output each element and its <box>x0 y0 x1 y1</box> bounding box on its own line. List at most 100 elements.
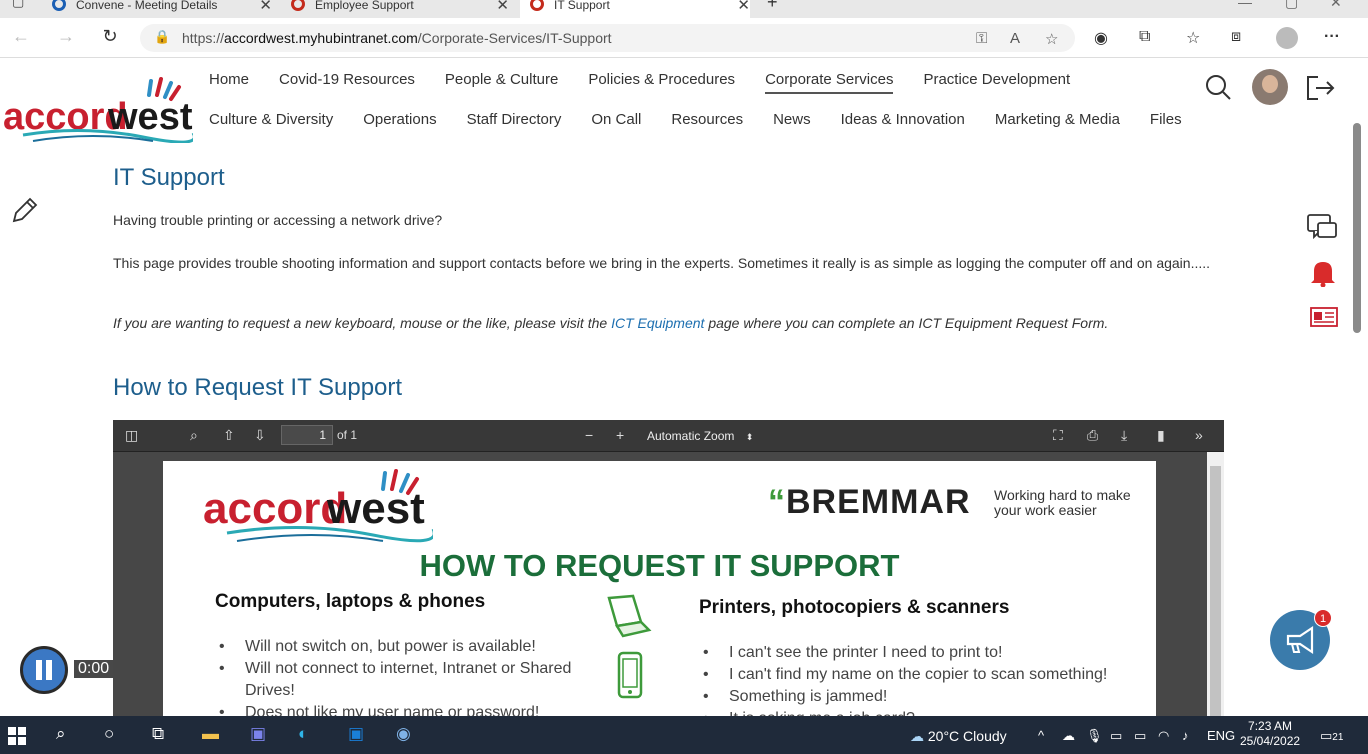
tab-label: Employee Support <box>315 0 414 12</box>
outlook-icon[interactable]: ▣ <box>348 724 364 744</box>
find-icon[interactable]: ⌕ <box>190 427 198 444</box>
window-close-icon[interactable]: ✕ <box>1330 0 1342 11</box>
minimize-icon[interactable]: — <box>1238 0 1252 10</box>
right-column-heading: Printers, photocopiers & scanners <box>699 597 1010 618</box>
language-indicator[interactable]: ENG <box>1207 728 1235 743</box>
doc-accordwest-logo: accord west <box>203 467 436 552</box>
more-menu-icon[interactable]: ··· <box>1324 28 1340 46</box>
display-icon[interactable]: ▭ <box>1110 728 1122 744</box>
new-tab-icon[interactable]: + <box>767 0 778 13</box>
microphone-icon[interactable]: 🎙 <box>1086 728 1103 744</box>
tab-actions-icon[interactable]: ▢ <box>12 0 24 10</box>
key-icon[interactable]: ⚿ <box>976 30 987 47</box>
tools-menu-icon[interactable]: » <box>1195 427 1203 443</box>
extensions-icon[interactable]: ⧉ <box>1139 28 1150 46</box>
forward-icon[interactable]: → <box>53 26 79 47</box>
profile-avatar[interactable] <box>1276 27 1298 49</box>
nav-people-culture[interactable]: People & Culture <box>445 71 558 94</box>
main-nav-row-1: Home Covid-19 Resources People & Culture… <box>209 71 1100 94</box>
announcements-button[interactable]: 1 <box>1270 609 1332 670</box>
url-input[interactable]: 🔒 https://accordwest.myhubintranet.com/C… <box>140 24 1075 52</box>
print-icon[interactable]: ⎙ <box>1087 427 1098 444</box>
favorite-add-icon[interactable]: ☆ <box>1045 30 1058 48</box>
recording-app-icon[interactable]: ◉ <box>396 724 411 744</box>
battery-icon[interactable]: ▭ <box>1134 728 1146 744</box>
presentation-mode-icon[interactable]: ⛶ <box>1053 427 1063 444</box>
close-icon[interactable]: ✕ <box>737 0 750 14</box>
close-icon[interactable]: ✕ <box>496 0 509 14</box>
previous-page-icon[interactable]: ⇧ <box>223 427 235 444</box>
list-item: Does not like my user name or password! <box>215 702 575 716</box>
nav-policies-procedures[interactable]: Policies & Procedures <box>588 71 735 94</box>
tab-employee-support[interactable]: Employee Support ✕ <box>291 0 509 18</box>
refresh-icon[interactable]: ↻ <box>97 26 123 47</box>
site-favicon-icon <box>291 0 305 11</box>
onedrive-icon[interactable]: ☁ <box>1062 728 1075 744</box>
wifi-icon[interactable]: ◠ <box>1158 728 1169 744</box>
tab-it-support[interactable]: IT Support ✕ <box>520 0 750 18</box>
nav-staff-directory[interactable]: Staff Directory <box>467 111 562 128</box>
nav-on-call[interactable]: On Call <box>591 111 641 128</box>
nav-marketing-media[interactable]: Marketing & Media <box>995 111 1120 128</box>
nav-home[interactable]: Home <box>209 71 249 94</box>
favorites-icon[interactable]: ☆ <box>1186 28 1200 48</box>
back-icon[interactable]: ← <box>8 26 34 47</box>
pdf-viewer: ◫ ⌕ ⇧ ⇩ 1 of 1 − + Automatic Zoom ⬍ ⛶ ⎙ … <box>113 420 1224 716</box>
nav-corporate-services[interactable]: Corporate Services <box>765 71 894 94</box>
notification-center[interactable]: ▭21 <box>1320 728 1343 744</box>
zoom-out-icon[interactable]: − <box>585 427 593 443</box>
search-taskbar-icon[interactable]: ⌕ <box>56 724 66 744</box>
nav-files[interactable]: Files <box>1150 111 1182 128</box>
logout-icon[interactable] <box>1306 75 1336 101</box>
file-explorer-icon[interactable]: ▬ <box>202 724 219 744</box>
newspaper-icon[interactable] <box>1310 307 1338 327</box>
browser-tab-strip: ▢ Convene - Meeting Details ✕ Employee S… <box>0 0 1368 18</box>
main-nav-row-2: Culture & Diversity Operations Staff Dir… <box>209 111 1212 128</box>
extension-badge-icon[interactable]: ◉ <box>1094 28 1108 48</box>
weather-widget[interactable]: ☁ 20°C Cloudy <box>910 728 1007 745</box>
sidebar-toggle-icon[interactable]: ◫ <box>125 427 138 444</box>
read-aloud-icon[interactable]: A <box>1010 30 1020 47</box>
tab-convene[interactable]: Convene - Meeting Details ✕ <box>52 0 272 18</box>
system-clock[interactable]: 7:23 AM 25/04/2022 <box>1240 719 1300 749</box>
nav-ideas-innovation[interactable]: Ideas & Innovation <box>841 111 965 128</box>
close-icon[interactable]: ✕ <box>259 0 272 14</box>
nav-culture-diversity[interactable]: Culture & Diversity <box>209 111 333 128</box>
volume-icon[interactable]: ♪ <box>1182 728 1189 743</box>
next-page-icon[interactable]: ⇩ <box>254 427 266 444</box>
ict-equipment-link[interactable]: ICT Equipment <box>611 315 704 331</box>
chat-icon[interactable] <box>1306 213 1338 243</box>
pause-button[interactable] <box>20 646 68 694</box>
page-scrollbar[interactable] <box>1350 59 1368 716</box>
nav-resources[interactable]: Resources <box>671 111 743 128</box>
download-icon[interactable]: ⤓ <box>1121 427 1127 444</box>
nav-practice-development[interactable]: Practice Development <box>923 71 1070 94</box>
page-number-input[interactable]: 1 <box>281 425 333 445</box>
user-avatar[interactable] <box>1252 69 1288 105</box>
pdf-scrollbar[interactable] <box>1207 452 1224 716</box>
nav-operations[interactable]: Operations <box>363 111 436 128</box>
search-icon[interactable] <box>1204 73 1232 101</box>
collections-icon[interactable]: ⧈ <box>1231 28 1241 46</box>
windows-start-icon[interactable] <box>8 727 26 745</box>
zoom-select[interactable]: Automatic Zoom ⬍ <box>641 426 761 446</box>
nav-news[interactable]: News <box>773 111 811 128</box>
task-view-icon[interactable]: ⧉ <box>152 724 164 744</box>
convene-favicon-icon <box>52 0 66 11</box>
nav-covid-19-resources[interactable]: Covid-19 Resources <box>279 71 415 94</box>
edit-pencil-icon[interactable] <box>10 195 40 225</box>
zoom-in-icon[interactable]: + <box>616 427 624 443</box>
doc-logo-graphic-icon: accord west <box>203 469 436 543</box>
bookmark-icon[interactable]: ▮ <box>1157 427 1165 444</box>
tab-label: IT Support <box>554 0 610 12</box>
cortana-icon[interactable]: ○ <box>104 724 114 744</box>
list-item: I can't see the printer I need to print … <box>699 642 1149 664</box>
lock-icon[interactable]: 🔒 <box>154 29 170 45</box>
section-heading: How to Request IT Support <box>113 374 403 401</box>
accordwest-logo[interactable]: accord west <box>3 73 196 148</box>
notification-bell-icon[interactable] <box>1310 259 1336 287</box>
tray-chevron-icon[interactable]: ^ <box>1038 728 1044 743</box>
edge-icon[interactable]: ◐ <box>298 724 308 744</box>
maximize-icon[interactable]: ▢ <box>1285 0 1298 11</box>
teams-icon[interactable]: ▣ <box>250 724 266 744</box>
